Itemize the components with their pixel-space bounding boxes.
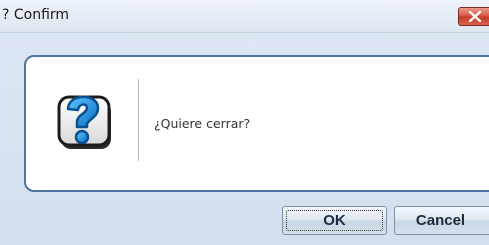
separator bbox=[138, 79, 139, 161]
close-button[interactable] bbox=[458, 7, 489, 26]
confirm-dialog: ? Confirm ¿Quiere cerrar? OK Cancel bbox=[0, 0, 489, 245]
cancel-button-label: Cancel bbox=[415, 212, 466, 229]
window-title: ? Confirm bbox=[2, 7, 70, 23]
cancel-button[interactable]: Cancel bbox=[394, 206, 489, 235]
title-bar[interactable]: ? Confirm bbox=[0, 0, 489, 33]
focus-ring bbox=[286, 210, 383, 231]
ok-button[interactable]: OK bbox=[282, 206, 387, 235]
close-icon bbox=[468, 11, 482, 22]
dialog-message: ¿Quiere cerrar? bbox=[154, 116, 251, 131]
question-icon bbox=[51, 87, 117, 153]
message-panel: ¿Quiere cerrar? bbox=[24, 55, 489, 192]
